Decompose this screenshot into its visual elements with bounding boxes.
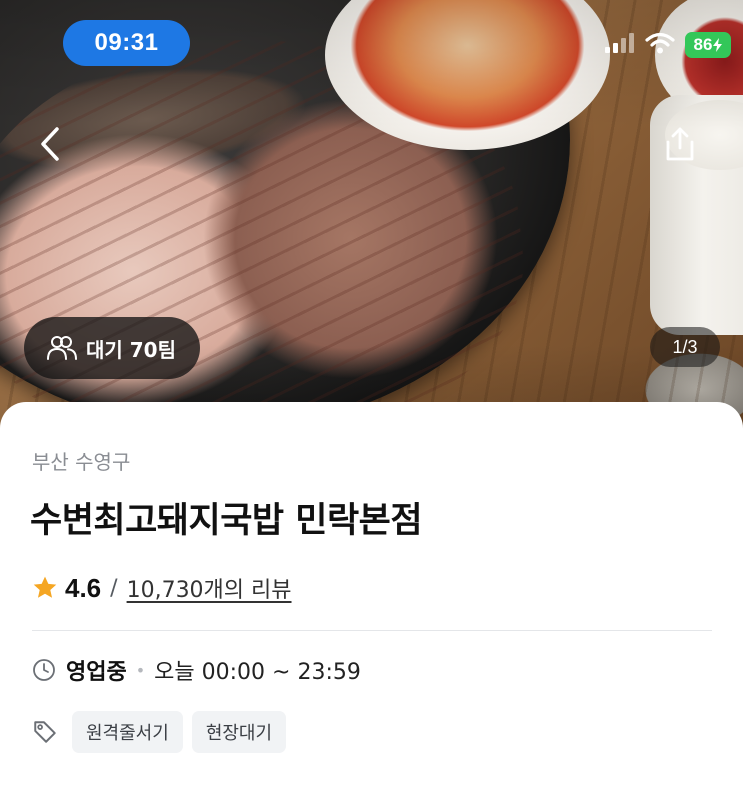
wifi-icon: [645, 32, 675, 58]
status-time: 09:31: [63, 20, 190, 66]
signal-icon: [605, 33, 635, 57]
chevron-left-icon: [41, 127, 59, 161]
open-status: 영업중: [66, 660, 127, 685]
store-name: 수변최고돼지국밥 민락본점: [30, 501, 423, 541]
rating-value: 4.6: [65, 572, 102, 603]
waiting-teams-label: 대기 70팀: [86, 337, 176, 362]
battery-indicator: 86: [685, 32, 731, 58]
tag-remote-queue[interactable]: 원격줄서기: [72, 711, 183, 753]
share-icon: [666, 127, 694, 161]
star-icon: [33, 576, 57, 598]
divider: [32, 630, 712, 631]
review-count-link[interactable]: 10,730개의 리뷰: [127, 572, 292, 604]
photo-counter: 1/3: [650, 327, 720, 367]
clock-icon: [33, 659, 55, 681]
hours-separator: •: [135, 660, 146, 680]
store-info-sheet: 부산 수영구 수변최고돼지국밥 민락본점 4.6 / 10,730개의 리뷰 영…: [0, 402, 743, 788]
business-hours-row: 영업중 • 오늘 00:00 ~ 23:59: [32, 654, 361, 686]
store-region: 부산 수영구: [32, 450, 131, 474]
charging-icon: [713, 38, 723, 52]
people-icon: [47, 336, 77, 360]
status-icons: 86: [605, 32, 731, 58]
business-hours: 오늘 00:00 ~ 23:59: [154, 660, 361, 685]
tag-onsite-waiting[interactable]: 현장대기: [191, 711, 287, 753]
rating-separator: /: [110, 575, 118, 601]
waiting-teams-badge: 대기 70팀: [24, 317, 200, 379]
rating-row: 4.6 / 10,730개의 리뷰: [32, 572, 292, 604]
share-button[interactable]: [658, 122, 702, 166]
tag-icon: [34, 721, 56, 743]
back-button[interactable]: [30, 122, 70, 166]
service-tags: 원격줄서기 현장대기: [32, 711, 287, 753]
battery-level: 86: [693, 35, 713, 54]
